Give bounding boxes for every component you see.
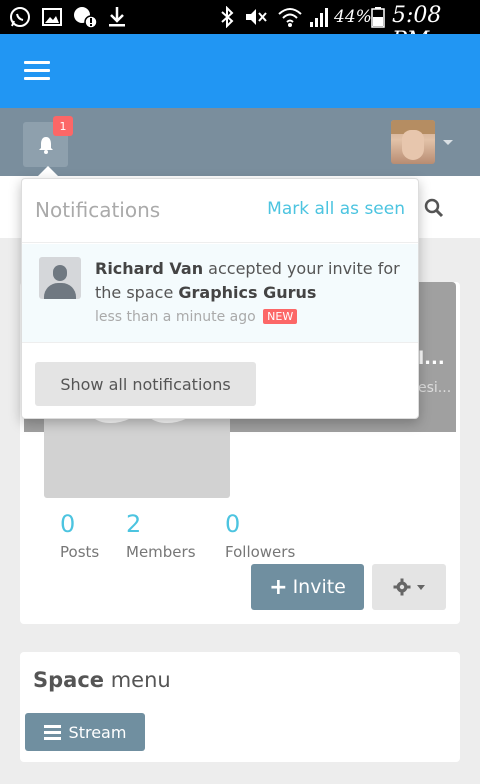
space-settings-button[interactable] [372,564,446,610]
list-icon [43,722,61,743]
bell-icon [38,136,53,154]
mark-all-seen-link[interactable]: Mark all as seen [267,199,405,219]
gear-icon [393,578,411,596]
wifi-icon [276,5,304,29]
dropdown-arrow [36,166,60,178]
space-menu-title-rest: menu [104,668,171,692]
user-avatar [39,257,81,299]
notification-timestamp: less than a minute ago [95,309,256,325]
space-menu-title: Space menu [33,668,171,692]
stat-label: Posts [60,543,100,561]
stat-label: Followers [225,543,296,561]
notification-item[interactable]: Richard Van accepted your invite for the… [22,244,418,343]
notification-text: Richard Van accepted your invite for the… [95,257,407,305]
space-menu-card: Space menu Stream [20,652,460,762]
stat-followers[interactable]: 0 Followers [225,510,295,561]
notification-alert-icon [70,5,100,29]
top-app-bar [0,34,480,108]
notification-space: Graphics Gurus [178,283,317,302]
invite-label: Invite [292,576,346,598]
chevron-down-icon [417,584,425,590]
mute-icon [242,5,270,29]
stream-label: Stream [68,722,127,742]
notifications-title: Notifications [35,198,161,222]
stat-value: 2 [126,510,142,538]
signal-icon [308,5,332,29]
battery-percent: 44% [334,7,372,27]
battery-icon [370,5,386,29]
new-badge: NEW [263,309,298,324]
whatsapp-icon [8,5,32,29]
space-menu-title-bold: Space [33,668,105,692]
invite-button[interactable]: + Invite [251,564,364,610]
status-bar: 44% 5:08 PM [0,0,480,53]
download-icon [106,5,128,29]
stream-button[interactable]: Stream [25,713,145,751]
space-title[interactable]: l... [418,348,445,369]
user-avatar[interactable] [391,120,435,164]
stat-value: 0 [60,510,76,538]
notification-time: less than a minute ago NEW [95,309,298,325]
plus-icon: + [269,574,288,600]
show-all-notifications-button[interactable]: Show all notifications [35,362,256,406]
stat-members[interactable]: 2 Members [126,510,196,561]
hamburger-menu-icon[interactable] [24,61,50,81]
chevron-down-icon[interactable] [443,140,453,145]
bluetooth-icon [218,5,236,29]
space-description: esi... [418,380,452,396]
stat-value: 0 [225,510,241,538]
notifications-dropdown: Notifications Mark all as seen Richard V… [21,178,419,419]
stat-label: Members [126,543,196,561]
stat-posts[interactable]: 0 Posts [60,510,99,561]
user-toolbar: 1 [0,108,480,176]
notification-count-badge: 1 [53,116,73,136]
notifications-header: Notifications Mark all as seen [22,179,418,243]
search-icon[interactable] [424,198,444,222]
gallery-icon [40,5,64,29]
notification-user: Richard Van [95,259,204,278]
